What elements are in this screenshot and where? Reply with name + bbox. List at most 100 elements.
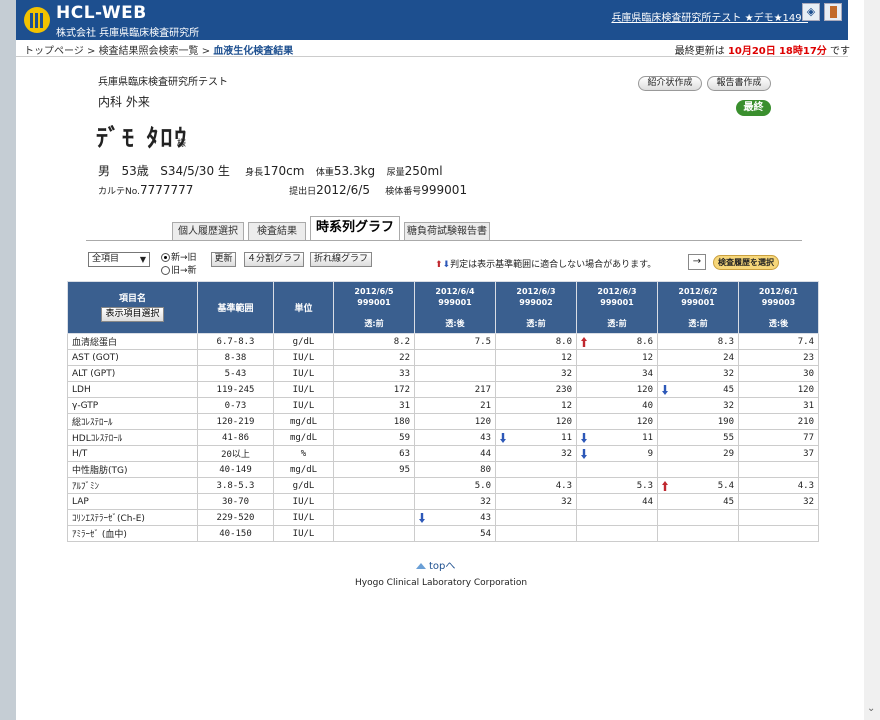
low-flag-arrow-icon (581, 449, 587, 459)
sort-old-new-radio[interactable]: 旧→新 (161, 263, 197, 276)
item-filter-select[interactable]: 全項目 ▼ (88, 252, 150, 267)
value-text: 4.3 (555, 480, 572, 491)
value-cell (333, 493, 415, 510)
header-user-link[interactable]: 兵庫県臨床検査研究所テスト ★デモ★1499 (611, 9, 808, 24)
value-text: 32 (480, 496, 491, 507)
item-name-cell: ALT (GPT) (67, 365, 198, 382)
value-text: 9 (647, 448, 653, 459)
table-row: 総ｺﾚｽﾃﾛｰﾙ 120-219 mg/dL 180 120 120 120 190 210 (67, 413, 819, 430)
value-text: 95 (399, 464, 410, 475)
table-row: ｱﾙﾌﾞﾐﾝ 3.8-5.3 g/dL 5.0 4.3 5.3 5.4 4.3 (67, 477, 819, 494)
value-text: 32 (723, 368, 734, 379)
date-column-header[interactable]: 2012/6/4 999001 透:後 (414, 281, 496, 334)
item-name-cell: H/T (67, 445, 198, 462)
low-flag-arrow-icon (581, 433, 587, 443)
value-text: 8.2 (393, 336, 410, 347)
header-bar: HCL-WEB 株式会社 兵庫県臨床検査研究所 兵庫県臨床検査研究所テスト ★デ… (16, 0, 848, 40)
date-header-sub: 透:前 (607, 319, 627, 328)
value-cell: 120 (576, 413, 658, 430)
patient-name: ﾃﾞﾓ ﾀﾛｳ (96, 124, 189, 152)
date-column-header[interactable]: 2012/6/5 999001 透:前 (333, 281, 415, 334)
value-cell: 120 (738, 381, 819, 398)
date-column-header[interactable]: 2012/6/3 999001 透:前 (576, 281, 658, 334)
value-text: 24 (723, 352, 734, 363)
tab-results[interactable]: 検査結果 (248, 222, 306, 240)
value-cell: 4.3 (738, 477, 819, 494)
date-column-header[interactable]: 2012/6/2 999001 透:前 (657, 281, 739, 334)
tab-glucose-report[interactable]: 糖負荷試験報告書 (404, 222, 490, 240)
value-cell (495, 461, 577, 478)
value-cell (576, 461, 658, 478)
radio-checked-icon (161, 253, 170, 262)
scroll-down-icon[interactable]: ⌄ (867, 703, 875, 714)
logo-subtitle: 株式会社 兵庫県臨床検査研究所 (56, 28, 200, 39)
karte-number: 7777777 (139, 183, 194, 197)
unit-cell: mg/dL (273, 429, 334, 446)
low-flag-arrow-icon (662, 385, 668, 395)
display-item-select-button[interactable]: 表示項目選択 (101, 307, 164, 322)
urine-label: 尿量 (386, 168, 405, 178)
history-select-button[interactable]: 検査履歴を選択 (713, 255, 779, 270)
update-button[interactable]: 更新 (211, 252, 236, 267)
value-text: 33 (399, 368, 410, 379)
value-cell (576, 509, 658, 526)
value-cell: 8.0 (495, 333, 577, 350)
value-text: 37 (803, 448, 814, 459)
value-cell: 120 (414, 413, 496, 430)
tab-timeseries-graph[interactable]: 時系列グラフ (310, 216, 400, 240)
value-cell: 30 (738, 365, 819, 382)
value-cell: 21 (414, 397, 496, 414)
value-cell: 32 (414, 493, 496, 510)
go-arrow-button[interactable]: → (688, 254, 706, 270)
date-column-header[interactable]: 2012/6/3 999002 透:前 (495, 281, 577, 334)
value-text: 210 (797, 416, 814, 427)
chevron-down-icon: ▼ (139, 255, 146, 264)
arrow-down-icon: ⬇ (442, 260, 451, 270)
settings-icon[interactable]: ◈ (802, 3, 820, 21)
date-header-date: 2012/6/3 (597, 287, 637, 296)
value-text: 30 (803, 368, 814, 379)
high-flag-arrow-icon (581, 337, 587, 347)
date-header-id: 999001 (600, 298, 634, 307)
line-graph-button[interactable]: 折れ線グラフ (310, 252, 372, 267)
value-text: 34 (642, 368, 653, 379)
value-text: 7.5 (474, 336, 491, 347)
unit-cell: % (273, 445, 334, 462)
specimen-number: 999001 (421, 183, 468, 197)
unit-cell: g/dL (273, 477, 334, 494)
item-name-cell: 総ｺﾚｽﾃﾛｰﾙ (67, 413, 198, 430)
split-graph-button[interactable]: ４分割グラフ (244, 252, 304, 267)
value-text: 22 (399, 352, 410, 363)
report-form-button[interactable]: 報告書作成 (707, 76, 771, 91)
value-cell: 190 (657, 413, 739, 430)
value-cell: 12 (576, 349, 658, 366)
value-cell (414, 349, 496, 366)
date-header-id: 999001 (357, 298, 391, 307)
value-cell: 34 (576, 365, 658, 382)
value-text: 32 (723, 400, 734, 411)
value-text: 43 (480, 512, 491, 523)
intro-form-button[interactable]: 紹介状作成 (638, 76, 702, 91)
table-row: LAP 30-70 IU/L 32 32 44 45 32 (67, 493, 819, 510)
date-header-date: 2012/6/1 (758, 287, 799, 296)
table-row: LDH 119-245 IU/L 172 217 230 120 45 120 (67, 381, 819, 398)
unit-cell: IU/L (273, 525, 334, 542)
scrollbar[interactable]: ⌄ (864, 0, 880, 720)
top-link[interactable]: topへ (416, 557, 455, 572)
value-cell: 55 (657, 429, 739, 446)
date-header-sub: 透:後 (768, 319, 789, 328)
date-header-id: 999003 (761, 298, 796, 307)
value-text: 59 (399, 432, 410, 443)
date-column-header[interactable]: 2012/6/1 999003 透:後 (738, 281, 819, 334)
logout-door-icon[interactable] (824, 3, 842, 21)
last-update: 最終更新は 10月20日 18時17分 です (675, 42, 850, 57)
tab-history-select[interactable]: 個人履歴選択 (172, 222, 244, 240)
unit-cell: IU/L (273, 397, 334, 414)
sort-new-old-radio[interactable]: 新→旧 (161, 250, 197, 263)
item-name-cell: HDLｺﾚｽﾃﾛｰﾙ (67, 429, 198, 446)
date-header-sub: 透:後 (445, 319, 465, 328)
value-text: 4.3 (797, 480, 814, 491)
table-row: ALT (GPT) 5-43 IU/L 33 32 34 32 30 (67, 365, 819, 382)
value-text: 32 (803, 496, 814, 507)
value-cell: 37 (738, 445, 819, 462)
